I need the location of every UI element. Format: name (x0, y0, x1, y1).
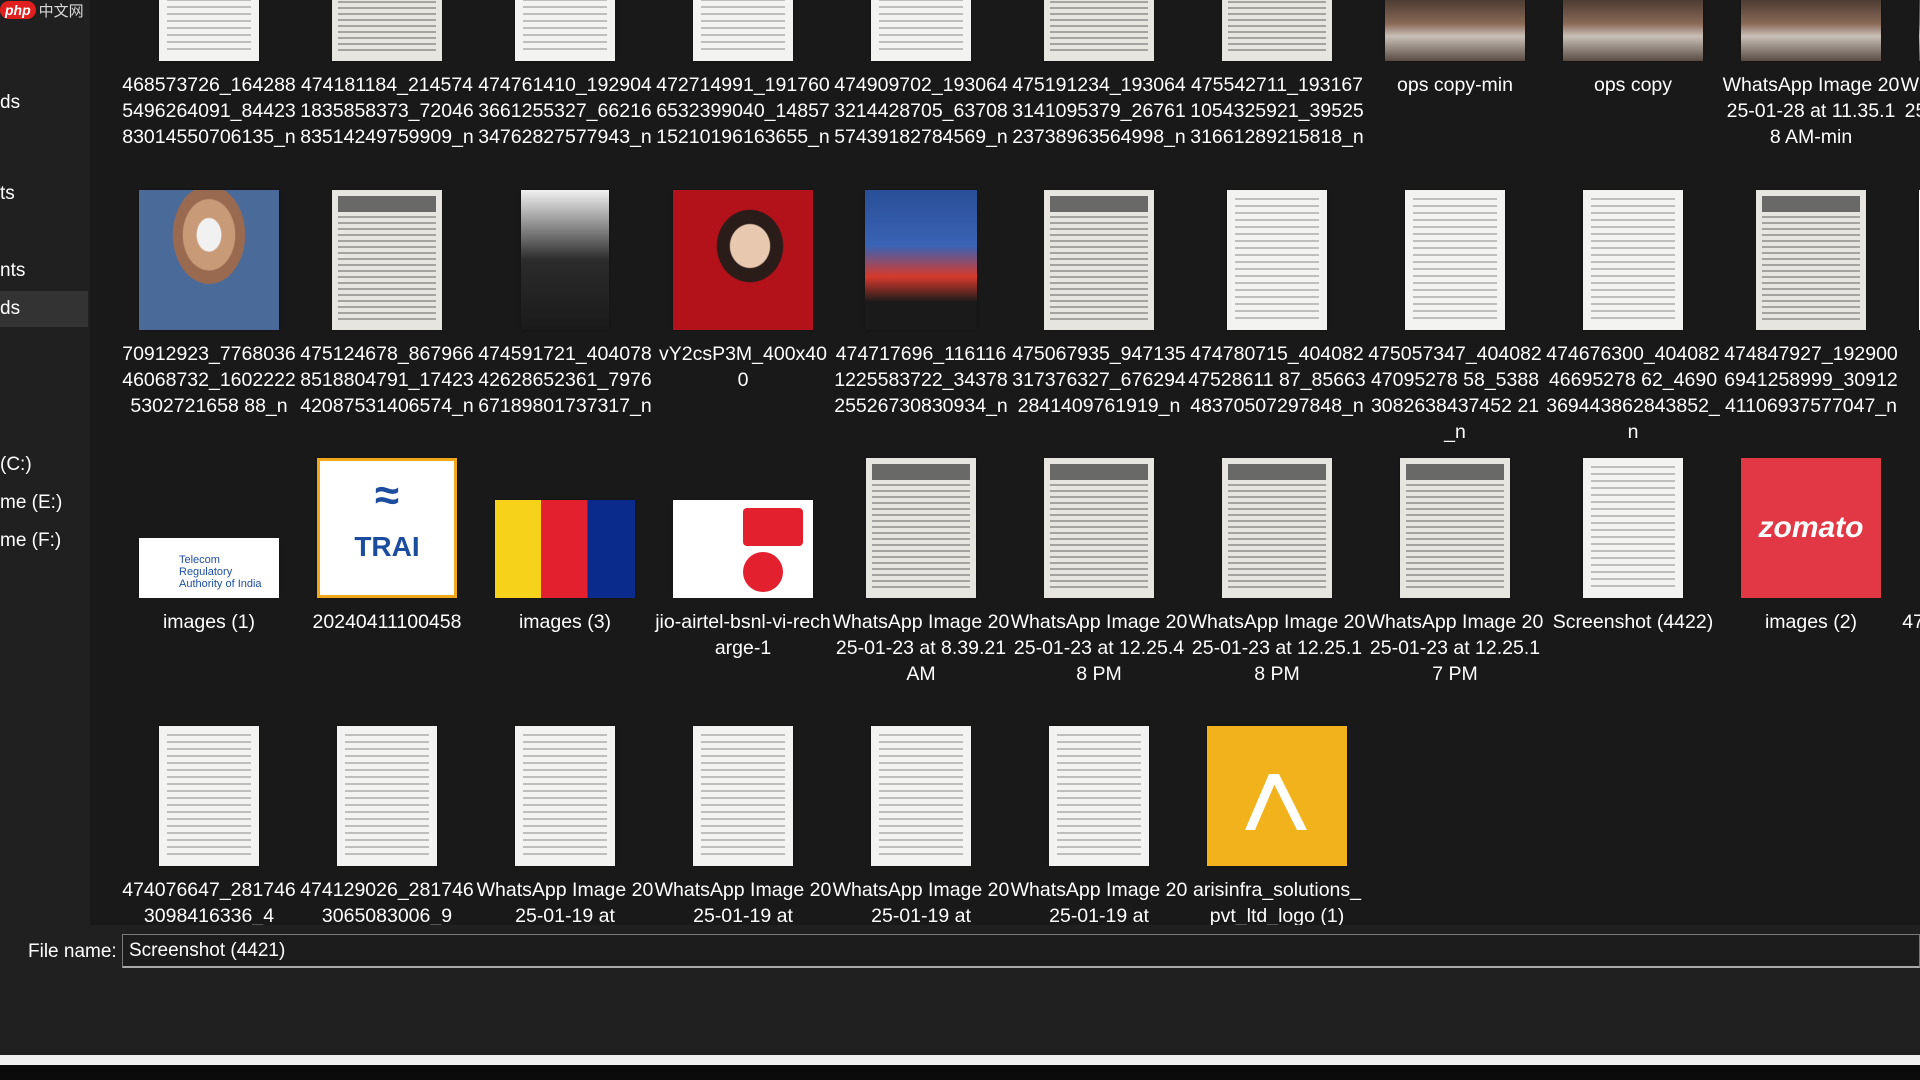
file-name-text: 474129026_2817463065083006_9 (300, 879, 474, 925)
file-thumbnail-icon (1400, 458, 1510, 598)
navigation-pane[interactable]: ds ts nts ds (C:) me (E:) me (F:) (0, 0, 90, 925)
sidebar-item-documents[interactable]: ts (0, 176, 88, 212)
file-name-label: File name: (28, 941, 117, 962)
sidebar-item-drive-c[interactable]: (C:) (0, 447, 88, 483)
file-item[interactable]: WhatsApp Image 2025-01-19 at (832, 0, 1010, 925)
sidebar-item-downloads-selected[interactable]: ds (0, 291, 88, 327)
file-item[interactable]: WhatsApp Image 2025-01-19 at (654, 0, 832, 925)
file-thumbnail-icon (693, 726, 793, 866)
file-thumbnail-icon (1049, 726, 1149, 866)
file-item[interactable]: WhatsApp Image 2025-01-19 at (1010, 0, 1188, 925)
file-item[interactable]: 473272080_2813180182177961_1 (1900, 0, 1920, 925)
file-name-text: WhatsApp Image 2025-01-23 at 12.25.17 PM (1366, 611, 1544, 685)
file-item[interactable]: 474076647_2817463098416336_4 (120, 0, 298, 925)
taskbar (0, 1055, 1920, 1080)
file-name-text: 474076647_2817463098416336_4 (122, 879, 296, 925)
file-name-text: images (2) (1764, 611, 1858, 633)
file-grid[interactable]: 468573726_1642885496264091_8442383014550… (90, 0, 1920, 925)
sidebar-item-downloads[interactable]: ds (0, 85, 88, 121)
file-name-text: arisinfra_solutions_pvt_ltd_logo (1) (1192, 879, 1361, 925)
file-name-text: 473272080_2813180182177961_1 (1902, 611, 1920, 633)
file-name-text: WhatsApp Image 2025-01-19 at (1010, 879, 1188, 925)
file-name-text: WhatsApp Image 2025-01-19 at (476, 879, 654, 925)
file-thumbnail-icon: zomato (1741, 458, 1881, 598)
file-name-bar: File name: (0, 925, 1920, 1055)
file-thumbnail-icon (871, 726, 971, 866)
watermark-text: 中文网 (38, 2, 84, 20)
file-item[interactable]: WhatsApp Image 2025-01-23 at 12.25.17 PM (1366, 0, 1544, 925)
file-name-input[interactable] (122, 934, 1920, 968)
file-thumbnail-icon (1583, 458, 1683, 598)
file-item[interactable]: arisinfra_solutions_pvt_ltd_logo (1) (1188, 0, 1366, 925)
sidebar-item-drive-f[interactable]: me (F:) (0, 523, 88, 559)
sidebar-item-drive-e[interactable]: me (E:) (0, 485, 88, 521)
file-name-text: Screenshot (4422) (1552, 611, 1714, 633)
sidebar-item-attachments[interactable]: nts (0, 253, 88, 289)
file-item[interactable]: WhatsApp Image 2025-01-19 at (476, 0, 654, 925)
php-logo: php (0, 1, 36, 19)
taskbar-divider (0, 1055, 1920, 1065)
file-item[interactable]: 474129026_2817463065083006_9 (298, 0, 476, 925)
file-item[interactable]: Screenshot (4422) (1544, 0, 1722, 925)
file-thumbnail-icon (515, 726, 615, 866)
file-name-text: WhatsApp Image 2025-01-19 at (654, 879, 832, 925)
file-thumbnail-icon (1207, 726, 1347, 866)
file-name-text: WhatsApp Image 2025-01-19 at (832, 879, 1010, 925)
file-item[interactable]: zomato images (2) (1722, 0, 1900, 925)
site-watermark: php 中文网 (0, 0, 84, 20)
file-thumbnail-icon (159, 726, 259, 866)
file-thumbnail-icon (337, 726, 437, 866)
